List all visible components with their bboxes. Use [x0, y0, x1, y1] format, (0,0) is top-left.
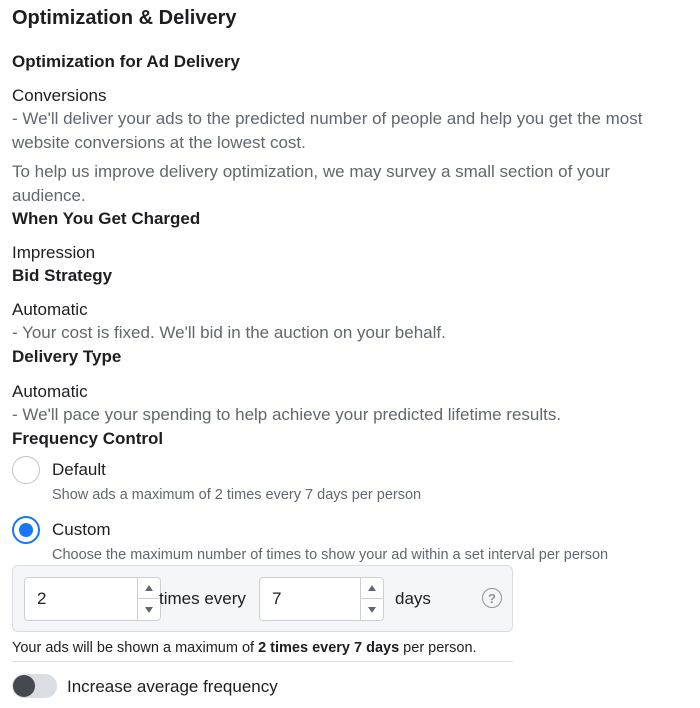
times-value[interactable]: 2: [37, 589, 46, 609]
frequency-settings-box: 2 times every 7 days ?: [12, 565, 513, 632]
times-increment-button[interactable]: [138, 578, 160, 599]
radio-default[interactable]: [12, 456, 40, 484]
arrow-up-icon: [145, 585, 153, 591]
increase-frequency-label: Increase average frequency: [67, 677, 278, 696]
section-title: Optimization & Delivery: [12, 7, 237, 29]
times-stepper-arrows: [137, 578, 160, 620]
delivery-type-value: Automatic: [12, 382, 88, 401]
survey-note: To help us improve delivery optimization…: [12, 162, 611, 205]
days-label: days: [395, 589, 431, 608]
days-decrement-button[interactable]: [361, 599, 383, 620]
days-value[interactable]: 7: [272, 589, 281, 609]
times-stepper[interactable]: 2: [24, 577, 161, 621]
bid-strategy-value: Automatic: [12, 300, 88, 319]
radio-selected-dot: [19, 523, 33, 537]
arrow-up-icon: [368, 585, 376, 591]
arrow-down-icon: [368, 606, 376, 613]
days-stepper[interactable]: 7: [259, 577, 384, 621]
radio-custom[interactable]: [12, 516, 40, 544]
days-increment-button[interactable]: [361, 578, 383, 599]
days-stepper-arrows: [360, 578, 383, 620]
optimization-description: - We'll deliver your ads to the predicte…: [12, 109, 643, 152]
charged-label: When You Get Charged: [12, 209, 201, 228]
delivery-type-description: - We'll pace your spending to help achie…: [12, 405, 562, 424]
bid-strategy-label: Bid Strategy: [12, 266, 113, 285]
summary-prefix: Your ads will be shown a maximum of: [12, 640, 259, 656]
arrow-down-icon: [145, 606, 153, 613]
divider: [12, 661, 513, 662]
toggle-knob: [13, 675, 35, 697]
charged-value: Impression: [12, 243, 96, 262]
radio-default-description: Show ads a maximum of 2 times every 7 da…: [52, 487, 422, 503]
times-decrement-button[interactable]: [138, 599, 160, 620]
summary-suffix: per person.: [399, 640, 477, 656]
delivery-type-label: Delivery Type: [12, 347, 122, 366]
bid-strategy-description: - Your cost is fixed. We'll bid in the a…: [12, 323, 446, 342]
summary-bold: 2 times every 7 days: [258, 640, 400, 656]
times-every-label: times every: [159, 589, 246, 608]
question-mark-icon[interactable]: ?: [482, 588, 502, 608]
frequency-control-label: Frequency Control: [12, 429, 164, 448]
radio-custom-description: Choose the maximum number of times to sh…: [52, 547, 609, 563]
radio-default-label[interactable]: Default: [52, 460, 106, 480]
optimization-value: Conversions: [12, 86, 107, 105]
radio-custom-label[interactable]: Custom: [52, 520, 111, 540]
optimization-label: Optimization for Ad Delivery: [12, 52, 240, 71]
frequency-summary: Your ads will be shown a maximum of 2 ti…: [12, 640, 477, 656]
increase-frequency-toggle[interactable]: [12, 674, 57, 698]
